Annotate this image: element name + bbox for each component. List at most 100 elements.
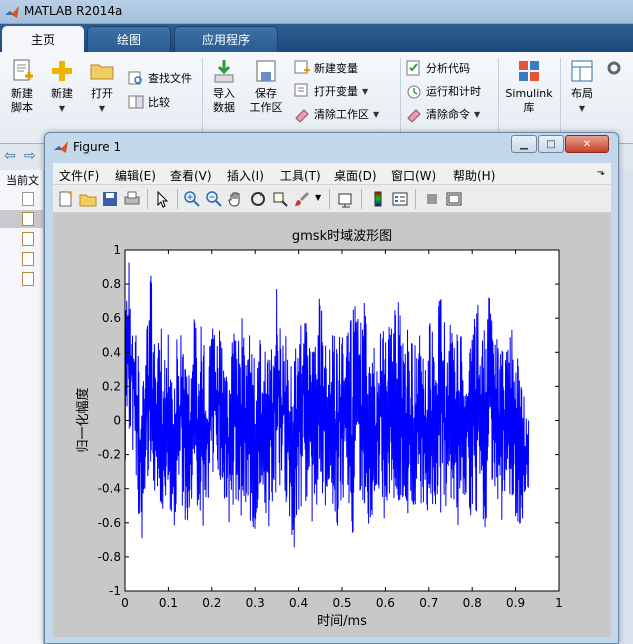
- y-tick-label: -1: [109, 584, 121, 598]
- clear-commands-icon: [407, 109, 421, 122]
- colorbar-icon[interactable]: [369, 190, 387, 208]
- menu-file[interactable]: 文件(F): [59, 167, 99, 184]
- y-tick-label: 0.8: [102, 277, 121, 291]
- tab-home[interactable]: 主页: [2, 26, 84, 52]
- import-data-label: 导入 数据: [213, 87, 235, 114]
- minimize-icon: ▁: [520, 138, 528, 150]
- new-variable-button[interactable]: 新建变量: [294, 58, 358, 78]
- save-workspace-icon: [256, 60, 276, 82]
- save-icon[interactable]: [101, 190, 119, 208]
- open-button[interactable]: 打开 ▼: [86, 58, 118, 116]
- maximize-button[interactable]: □: [538, 135, 564, 153]
- find-files-icon: [128, 71, 142, 85]
- toolbar-separator: [329, 189, 330, 209]
- clear-workspace-button[interactable]: 清除工作区 ▼: [294, 104, 379, 124]
- run-and-time-icon: [407, 85, 421, 99]
- m-file-icon: [22, 212, 34, 226]
- file-list-item[interactable]: [0, 210, 44, 228]
- save-workspace-button[interactable]: 保存 工作区: [248, 58, 284, 115]
- layout-dropdown-arrow-icon: ▼: [578, 104, 586, 113]
- new-script-label: 新建 脚本: [11, 87, 33, 114]
- link-plot-icon[interactable]: [337, 190, 355, 208]
- zoom-in-icon[interactable]: [183, 190, 201, 208]
- tab-plots[interactable]: 绘图: [87, 26, 171, 52]
- forward-arrow-icon[interactable]: ⇨: [24, 148, 36, 164]
- menu-insert[interactable]: 插入(I): [227, 167, 264, 184]
- matlab-logo-icon: [5, 6, 19, 18]
- matlab-figure-icon: [54, 141, 68, 153]
- data-cursor-icon[interactable]: [271, 190, 289, 208]
- menu-desktop[interactable]: 桌面(D): [334, 167, 377, 184]
- menu-overflow-icon[interactable]: ⬎: [597, 167, 605, 178]
- open-variable-dropdown-arrow-icon: ▼: [362, 86, 369, 96]
- clear-commands-button[interactable]: 清除命令 ▼: [406, 104, 480, 124]
- compare-button[interactable]: 比较: [128, 92, 170, 112]
- m-file-icon: [22, 272, 34, 286]
- preferences-button[interactable]: [606, 58, 622, 78]
- menu-help[interactable]: 帮助(H): [453, 167, 495, 184]
- pan-hand-icon[interactable]: [227, 190, 245, 208]
- close-button[interactable]: ✕: [565, 135, 609, 153]
- menu-view[interactable]: 查看(V): [170, 167, 212, 184]
- new-figure-icon[interactable]: [57, 190, 75, 208]
- current-folder-label: 当前文: [6, 174, 39, 187]
- new-button[interactable]: 新建 ▼: [46, 58, 78, 116]
- new-script-icon: [13, 59, 33, 81]
- file-list-item[interactable]: [0, 230, 44, 248]
- simulink-label: Simulink 库: [505, 87, 553, 114]
- figure-title: Figure 1: [73, 140, 122, 154]
- m-file-icon: [22, 252, 34, 266]
- x-tick-label: 0.8: [463, 596, 482, 610]
- current-folder-panel: ⇦ ⇨ 当前文: [0, 148, 44, 644]
- brush-dropdown-arrow-icon[interactable]: ▼: [315, 193, 321, 202]
- chart-title: gmsk时域波形图: [292, 229, 392, 244]
- open-variable-button[interactable]: 打开变量 ▼: [294, 81, 368, 101]
- back-arrow-icon[interactable]: ⇦: [4, 148, 16, 164]
- rotate-3d-icon[interactable]: [249, 190, 267, 208]
- folder-open-icon: [90, 64, 114, 80]
- y-tick-label: 0.6: [102, 311, 121, 325]
- toolbar-separator: [177, 189, 178, 209]
- pointer-arrow-icon[interactable]: [153, 190, 171, 208]
- minimize-button[interactable]: ▁: [511, 135, 537, 153]
- ribbon-separator: [498, 58, 499, 138]
- legend-icon[interactable]: [391, 190, 409, 208]
- new-variable-label: 新建变量: [314, 62, 358, 75]
- y-tick-label: -0.2: [98, 448, 121, 462]
- layout-button[interactable]: 布局 ▼: [566, 58, 598, 116]
- new-script-button[interactable]: 新建 脚本: [6, 58, 38, 115]
- compare-label: 比较: [148, 96, 170, 109]
- tab-apps[interactable]: 应用程序: [174, 26, 278, 52]
- simulink-library-button[interactable]: Simulink 库: [504, 58, 554, 115]
- menu-tools[interactable]: 工具(T): [280, 167, 321, 184]
- file-list-item[interactable]: [0, 250, 44, 268]
- ribbon-separator: [560, 58, 561, 138]
- file-list-item[interactable]: [0, 190, 44, 208]
- figure-title-bar[interactable]: Figure 1 ▁ □ ✕: [45, 133, 618, 159]
- x-tick-label: 0: [121, 596, 129, 610]
- y-tick-label: -0.8: [98, 550, 121, 564]
- menu-edit[interactable]: 编辑(E): [115, 167, 156, 184]
- print-icon[interactable]: [123, 190, 141, 208]
- plot-area[interactable]: 0 0.1 0.2 0.3 0.4 0.5 0.6 0.7 0.8 0.9 1 1 0.8 0.6 0.4…: [53, 213, 611, 637]
- ribbon-tab-strip: 主页 绘图 应用程序: [0, 24, 633, 52]
- open-file-icon[interactable]: [79, 190, 97, 208]
- menu-window[interactable]: 窗口(W): [391, 167, 436, 184]
- x-axis-label: 时间/ms: [317, 614, 367, 629]
- layout-label: 布局: [571, 87, 593, 100]
- find-files-button[interactable]: 查找文件: [128, 68, 192, 88]
- show-plot-tools-icon[interactable]: [445, 190, 463, 208]
- x-tick-label: 0.5: [332, 596, 351, 610]
- matlab-title-bar: MATLAB R2014a: [0, 0, 633, 24]
- open-label: 打开: [91, 87, 113, 100]
- close-icon: ✕: [582, 138, 592, 150]
- import-data-button[interactable]: 导入 数据: [208, 58, 240, 115]
- new-plus-icon: [52, 61, 72, 81]
- clear-workspace-icon: [295, 109, 309, 122]
- analyze-code-button[interactable]: 分析代码: [406, 58, 470, 78]
- zoom-out-icon[interactable]: [205, 190, 223, 208]
- run-and-time-button[interactable]: 运行和计时: [406, 81, 481, 101]
- brush-icon[interactable]: [293, 190, 311, 208]
- hide-plot-tools-icon[interactable]: [423, 190, 441, 208]
- file-list-item[interactable]: [0, 270, 44, 288]
